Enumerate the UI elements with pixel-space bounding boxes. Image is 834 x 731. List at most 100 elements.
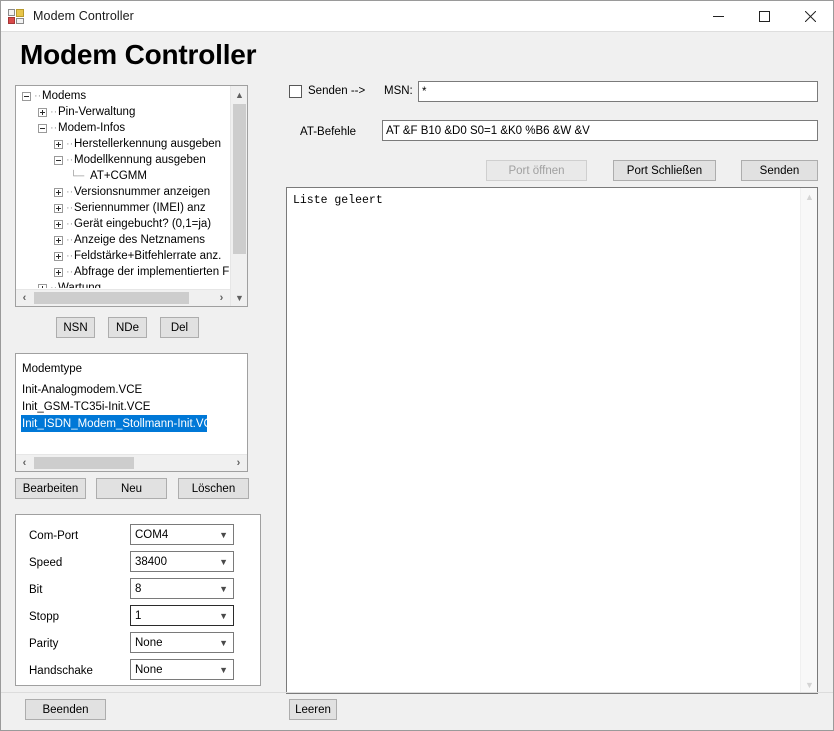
tree-connector-icon: ·· [66, 138, 74, 150]
tree-node[interactable]: ·· Modem-Infos [16, 120, 229, 136]
scroll-up-icon[interactable]: ▲ [231, 86, 247, 103]
output-vertical-scrollbar[interactable]: ▲ ▼ [800, 188, 817, 693]
send-button[interactable]: Senden [741, 160, 818, 181]
scroll-right-icon[interactable]: › [213, 290, 230, 306]
tree-node[interactable]: ·· Modellkennung ausgeben [16, 152, 229, 168]
tree-node[interactable]: ·· Herstellerkennung ausgeben [16, 136, 229, 152]
expand-icon[interactable] [54, 203, 63, 213]
chevron-down-icon[interactable]: ▼ [219, 557, 228, 567]
list-item[interactable]: Init_GSM-TC35i-Init.VCE [16, 398, 247, 415]
tree-connector-icon: ·· [66, 250, 74, 262]
expand-icon[interactable] [54, 139, 63, 149]
tree-node-label: Feldstärke+Bitfehlerrate anz. [74, 250, 222, 262]
delete-button[interactable]: Löschen [178, 478, 249, 499]
msn-label: MSN: [384, 85, 413, 97]
tree-vertical-scrollbar[interactable]: ▲ ▼ [230, 86, 247, 306]
tree-node-label: Modems [42, 90, 87, 102]
tree-hscroll-thumb[interactable] [34, 292, 189, 304]
scroll-left-icon[interactable]: ‹ [16, 455, 33, 471]
tree-node[interactable]: ·· Abfrage der implementierten Fe [16, 264, 229, 280]
scroll-right-icon[interactable]: › [230, 455, 247, 471]
minimize-button[interactable] [695, 1, 741, 32]
tree-node[interactable]: ·· Seriennummer (IMEI) anz [16, 200, 229, 216]
scroll-left-icon[interactable]: ‹ [16, 290, 33, 306]
chevron-down-icon[interactable]: ▼ [219, 584, 228, 594]
tree-connector-icon: ·· [66, 186, 74, 198]
modemtype-hscroll-thumb[interactable] [34, 457, 134, 469]
tree-connector-icon: ·· [66, 266, 74, 278]
setting-dropdown[interactable]: None ▼ [130, 632, 234, 653]
chevron-down-icon[interactable]: ▼ [219, 665, 228, 675]
setting-label: Handschake [29, 665, 93, 677]
setting-label: Bit [29, 584, 43, 596]
tree-node[interactable]: ·· Anzeige des Netznamens [16, 232, 229, 248]
setting-dropdown[interactable]: 1 ▼ [130, 605, 234, 626]
setting-label: Stopp [29, 611, 60, 623]
close-button[interactable] [787, 1, 833, 32]
chevron-down-icon[interactable]: ▼ [219, 611, 228, 621]
chevron-down-icon[interactable]: ▼ [219, 638, 228, 648]
tree-connector-icon: ·· [34, 90, 42, 102]
modem-tree-view[interactable]: ·· Modems ·· Pin-Verwaltung ·· Modem-Infos ·· H… [15, 85, 248, 307]
title-bar: Modem Controller [1, 1, 833, 32]
nde-button[interactable]: NDe [108, 317, 147, 338]
list-item[interactable]: Init_ISDN_Modem_Stollmann-Init.VCE [21, 415, 220, 432]
edit-button[interactable]: Bearbeiten [15, 478, 86, 499]
expand-icon[interactable] [38, 283, 47, 288]
collapse-icon[interactable] [38, 123, 47, 133]
msn-input[interactable]: * [418, 81, 818, 102]
tree-node[interactable]: ·· Gerät eingebucht? (0,1=ja) [16, 216, 229, 232]
tree-node[interactable]: ·· Feldstärke+Bitfehlerrate anz. [16, 248, 229, 264]
clear-button[interactable]: Leeren [289, 699, 337, 720]
senden-checkbox[interactable] [289, 85, 302, 98]
window-title: Modem Controller [33, 9, 134, 23]
setting-row: Parity None ▼ [16, 632, 260, 659]
tree-node-label: Pin-Verwaltung [58, 106, 136, 118]
at-command-input[interactable]: AT &F B10 &D0 S0=1 &K0 %B6 &W &V [382, 120, 818, 141]
scroll-down-icon[interactable]: ▼ [231, 289, 247, 306]
modemtype-header: Modemtype [22, 362, 83, 375]
footer-divider [1, 692, 833, 693]
setting-value: None [135, 636, 163, 649]
expand-icon[interactable] [54, 187, 63, 197]
tree-node[interactable]: ·· Modems [16, 88, 229, 104]
setting-dropdown[interactable]: None ▼ [130, 659, 234, 680]
tree-connector-icon: ·· [66, 154, 74, 166]
new-button[interactable]: Neu [96, 478, 167, 499]
del-button[interactable]: Del [160, 317, 199, 338]
setting-row: Com-Port COM4 ▼ [16, 524, 260, 551]
modemtype-horizontal-scrollbar[interactable]: ‹ › [16, 454, 247, 471]
tree-node[interactable]: ·· Wartung [16, 280, 229, 288]
setting-dropdown[interactable]: 38400 ▼ [130, 551, 234, 572]
tree-leaf-line-icon: └─ [70, 170, 85, 182]
quit-button[interactable]: Beenden [25, 699, 106, 720]
tree-connector-icon: ·· [66, 218, 74, 230]
modemtype-list[interactable]: Modemtype Init-Analogmodem.VCE Init_GSM-TC… [15, 353, 248, 472]
scroll-down-icon[interactable]: ▼ [801, 676, 817, 693]
tree-node[interactable]: ·· Pin-Verwaltung [16, 104, 229, 120]
scroll-up-icon[interactable]: ▲ [801, 188, 817, 205]
output-textarea[interactable]: Liste geleert ▲ ▼ [286, 187, 818, 694]
list-item[interactable]: Init-Analogmodem.VCE [16, 381, 247, 398]
port-close-button[interactable]: Port Schließen [613, 160, 716, 181]
collapse-icon[interactable] [22, 91, 31, 101]
tree-node[interactable]: └─ AT+CGMM [16, 168, 229, 184]
port-open-button[interactable]: Port öffnen [486, 160, 587, 181]
maximize-button[interactable] [741, 1, 787, 32]
tree-scroll-thumb[interactable] [233, 104, 246, 254]
nsn-button[interactable]: NSN [56, 317, 95, 338]
tree-node[interactable]: ·· Versionsnummer anzeigen [16, 184, 229, 200]
expand-icon[interactable] [54, 219, 63, 229]
setting-dropdown[interactable]: 8 ▼ [130, 578, 234, 599]
expand-icon[interactable] [38, 107, 47, 117]
chevron-down-icon[interactable]: ▼ [219, 530, 228, 540]
expand-icon[interactable] [54, 235, 63, 245]
tree-connector-icon: ·· [50, 282, 58, 289]
tree-horizontal-scrollbar[interactable]: ‹ › [16, 289, 230, 306]
tree-connector-icon: ·· [66, 202, 74, 214]
expand-icon[interactable] [54, 251, 63, 261]
setting-dropdown[interactable]: COM4 ▼ [130, 524, 234, 545]
setting-row: Handschake None ▼ [16, 659, 260, 685]
collapse-icon[interactable] [54, 155, 63, 165]
expand-icon[interactable] [54, 267, 63, 277]
